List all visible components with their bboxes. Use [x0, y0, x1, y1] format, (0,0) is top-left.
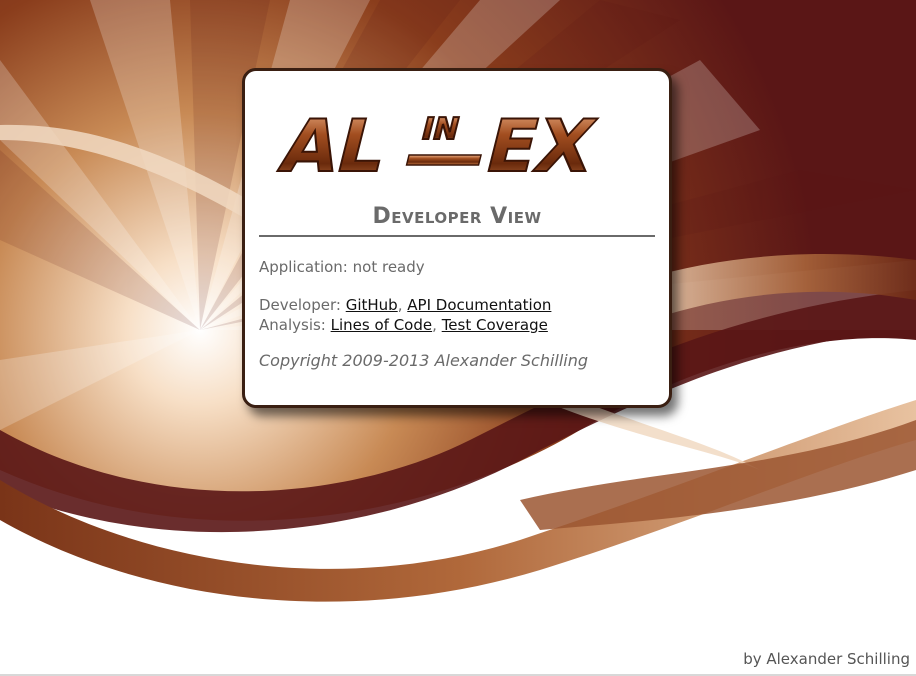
developer-card: AL IN EX Developer View Application: not…	[242, 68, 672, 408]
analysis-links-row: Analysis: Lines of Code, Test Coverage	[259, 316, 548, 334]
lines-of-code-link[interactable]: Lines of Code	[331, 316, 432, 334]
svg-text:IN: IN	[418, 112, 463, 146]
page: AL IN EX Developer View Application: not…	[0, 0, 916, 676]
alinex-logo: AL IN EX	[272, 104, 605, 190]
test-coverage-link[interactable]: Test Coverage	[442, 316, 548, 334]
svg-text:EX: EX	[478, 105, 604, 189]
developer-label: Developer:	[259, 296, 341, 314]
title-divider	[259, 235, 655, 237]
analysis-label: Analysis:	[259, 316, 326, 334]
api-documentation-link[interactable]: API Documentation	[407, 296, 551, 314]
page-title: Developer View	[372, 204, 542, 229]
developer-links-row: Developer: GitHub, API Documentation	[259, 296, 552, 314]
application-status: Application: not ready	[259, 257, 655, 277]
github-link[interactable]: GitHub	[346, 296, 398, 314]
author-credit: by Alexander Schilling	[743, 650, 910, 668]
copyright-text: Copyright 2009-2013 Alexander Schilling	[259, 351, 589, 370]
svg-text:AL: AL	[273, 105, 395, 189]
status-label: Application:	[259, 258, 348, 276]
status-value: not ready	[352, 258, 425, 276]
